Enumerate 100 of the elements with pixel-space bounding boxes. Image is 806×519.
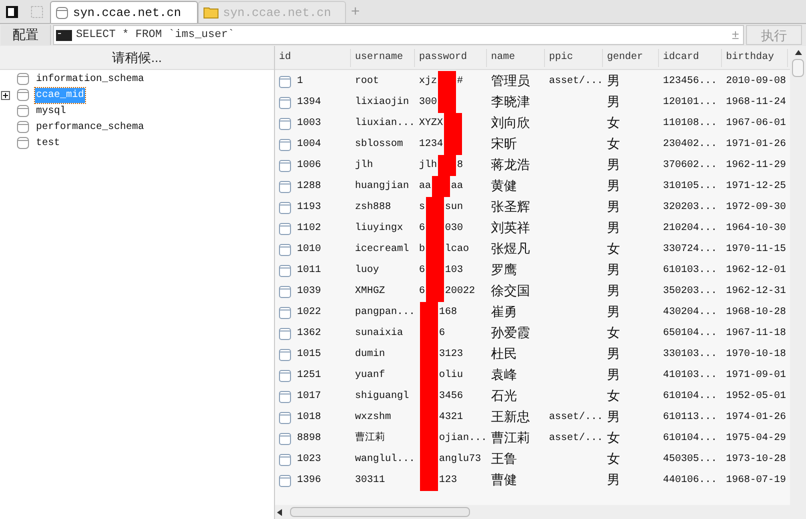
table-cell-text: 孙爱霞 (490, 324, 531, 343)
table-cell-text: 1039 (297, 285, 322, 299)
tree-item[interactable]: information_schema (35, 72, 146, 86)
row-icon[interactable] (279, 474, 291, 486)
vertical-scrollbar-thumb[interactable] (792, 59, 804, 77)
table-cell-text: 1971-12-25 (725, 180, 788, 194)
column-header[interactable]: username (351, 48, 415, 66)
table-cell-text: 1968-11-24 (725, 96, 788, 110)
expand-icon[interactable] (1, 90, 10, 100)
table-cell-text: 610104... (662, 432, 718, 446)
layout-icon[interactable] (30, 5, 44, 19)
column-header[interactable]: gender (603, 48, 659, 66)
tab[interactable]: syn.ccae.net.cn (50, 1, 198, 23)
table-cell-text: zsh888 (354, 200, 392, 215)
table-cell-text: 徐交国 (490, 282, 531, 301)
password-fragment: 3123 (439, 348, 464, 362)
table-cell-text: 1973-10-28 (725, 453, 788, 467)
table-cell-text: 曹健 (490, 472, 518, 490)
sidebar-toggle-icon[interactable] (5, 5, 19, 19)
column-header[interactable]: idcard (659, 48, 722, 66)
password-fragment: XYZX (419, 117, 444, 131)
table-cell-text: XMHGZ (354, 285, 386, 299)
table-cell-text: 张圣辉 (490, 198, 531, 217)
table-cell-text: 女 (606, 240, 621, 259)
row-icon[interactable] (279, 180, 291, 192)
column-header[interactable]: birthday (722, 48, 788, 66)
table-cell-text: 123456... (662, 75, 718, 89)
table-cell-text: 1102 (297, 222, 322, 236)
row-icon[interactable] (279, 76, 291, 88)
row-icon[interactable] (279, 454, 291, 466)
row-icon[interactable] (279, 138, 291, 150)
password-fragment: 6 (439, 327, 446, 341)
row-icon[interactable] (279, 96, 291, 108)
table-cell-text: 1967-06-01 (725, 117, 788, 131)
table-cell-text: 刘向欣 (490, 114, 531, 133)
table-cell-text: 刘英祥 (490, 220, 531, 238)
table-cell-text: 1975-04-29 (725, 432, 788, 446)
table-cell-text: 男 (606, 282, 621, 301)
table-cell-text: 男 (606, 72, 621, 91)
query-field[interactable]: SELECT * FROM `ims_user` ± (53, 25, 744, 45)
table-cell-text: 女 (606, 136, 621, 154)
horizontal-scrollbar-thumb[interactable] (290, 507, 470, 517)
row-icon[interactable] (279, 286, 291, 298)
tree-item[interactable]: test (35, 136, 62, 150)
column-header[interactable]: name (487, 48, 545, 66)
table-cell-text: 1968-10-28 (725, 306, 788, 320)
table-cell-text: 650104... (662, 327, 718, 341)
table-cell-text: lixiaojin (354, 96, 410, 110)
password-fragment: sun (445, 201, 464, 215)
table-cell-text: 230402... (662, 138, 718, 152)
table-cell-text: shiguangl (354, 390, 410, 404)
table-cell-text: 男 (606, 304, 621, 322)
row-icon[interactable] (279, 306, 291, 318)
table-cell-text: 女 (606, 430, 621, 448)
table-cell-text: 宋昕 (490, 136, 518, 154)
table-cell-text: 1967-11-18 (725, 327, 788, 341)
column-header[interactable]: id (275, 48, 351, 66)
table-cell-text: 110108... (662, 117, 718, 131)
config-button[interactable]: 配置 (1, 25, 51, 45)
tree-item[interactable]: mysql (35, 104, 68, 118)
redaction-stroke (420, 470, 438, 491)
row-icon[interactable] (279, 432, 291, 444)
table-cell-text: liuxian... (354, 116, 415, 131)
row-icon[interactable] (279, 160, 291, 172)
table-cell-text: 1394 (297, 96, 322, 110)
row-icon[interactable] (279, 222, 291, 234)
table-cell-text: 410103... (662, 369, 718, 383)
scroll-left-icon[interactable] (277, 508, 282, 516)
row-icon[interactable] (279, 328, 291, 340)
password-fragment: s (419, 201, 426, 215)
password-fragment: 6 (419, 264, 426, 278)
row-icon[interactable] (279, 118, 291, 130)
password-fragment: 123 (439, 474, 458, 488)
table-cell-text: 男 (606, 94, 621, 112)
row-icon[interactable] (279, 390, 291, 402)
row-icon[interactable] (279, 202, 291, 214)
tree-item[interactable]: performance_schema (35, 120, 146, 134)
column-header[interactable]: ppic (545, 48, 603, 66)
table-cell-text: wanglul... (354, 452, 415, 467)
folder-icon (203, 6, 219, 19)
password-fragment: aa (419, 180, 432, 194)
row-icon[interactable] (279, 244, 291, 256)
table-cell-text: sblossom (354, 138, 404, 152)
password-fragment: 103 (445, 264, 464, 278)
table-cell-text: 1971-09-01 (725, 369, 788, 383)
row-icon[interactable] (279, 370, 291, 382)
row-icon[interactable] (279, 348, 291, 360)
password-fragment: ojian... (439, 432, 488, 446)
table-cell-text: 男 (606, 408, 621, 427)
scroll-up-icon[interactable] (794, 50, 802, 55)
database-icon (16, 136, 30, 150)
column-header[interactable]: password (415, 48, 487, 66)
row-icon[interactable] (279, 264, 291, 276)
table-cell-text: 男 (606, 472, 621, 490)
password-fragment: jlh (419, 158, 438, 173)
password-fragment: 3456 (439, 390, 464, 404)
table-cell-text: 1970-10-18 (725, 348, 788, 362)
terminal-icon (56, 30, 72, 40)
table-cell-text: root (354, 75, 380, 89)
row-icon[interactable] (279, 412, 291, 424)
